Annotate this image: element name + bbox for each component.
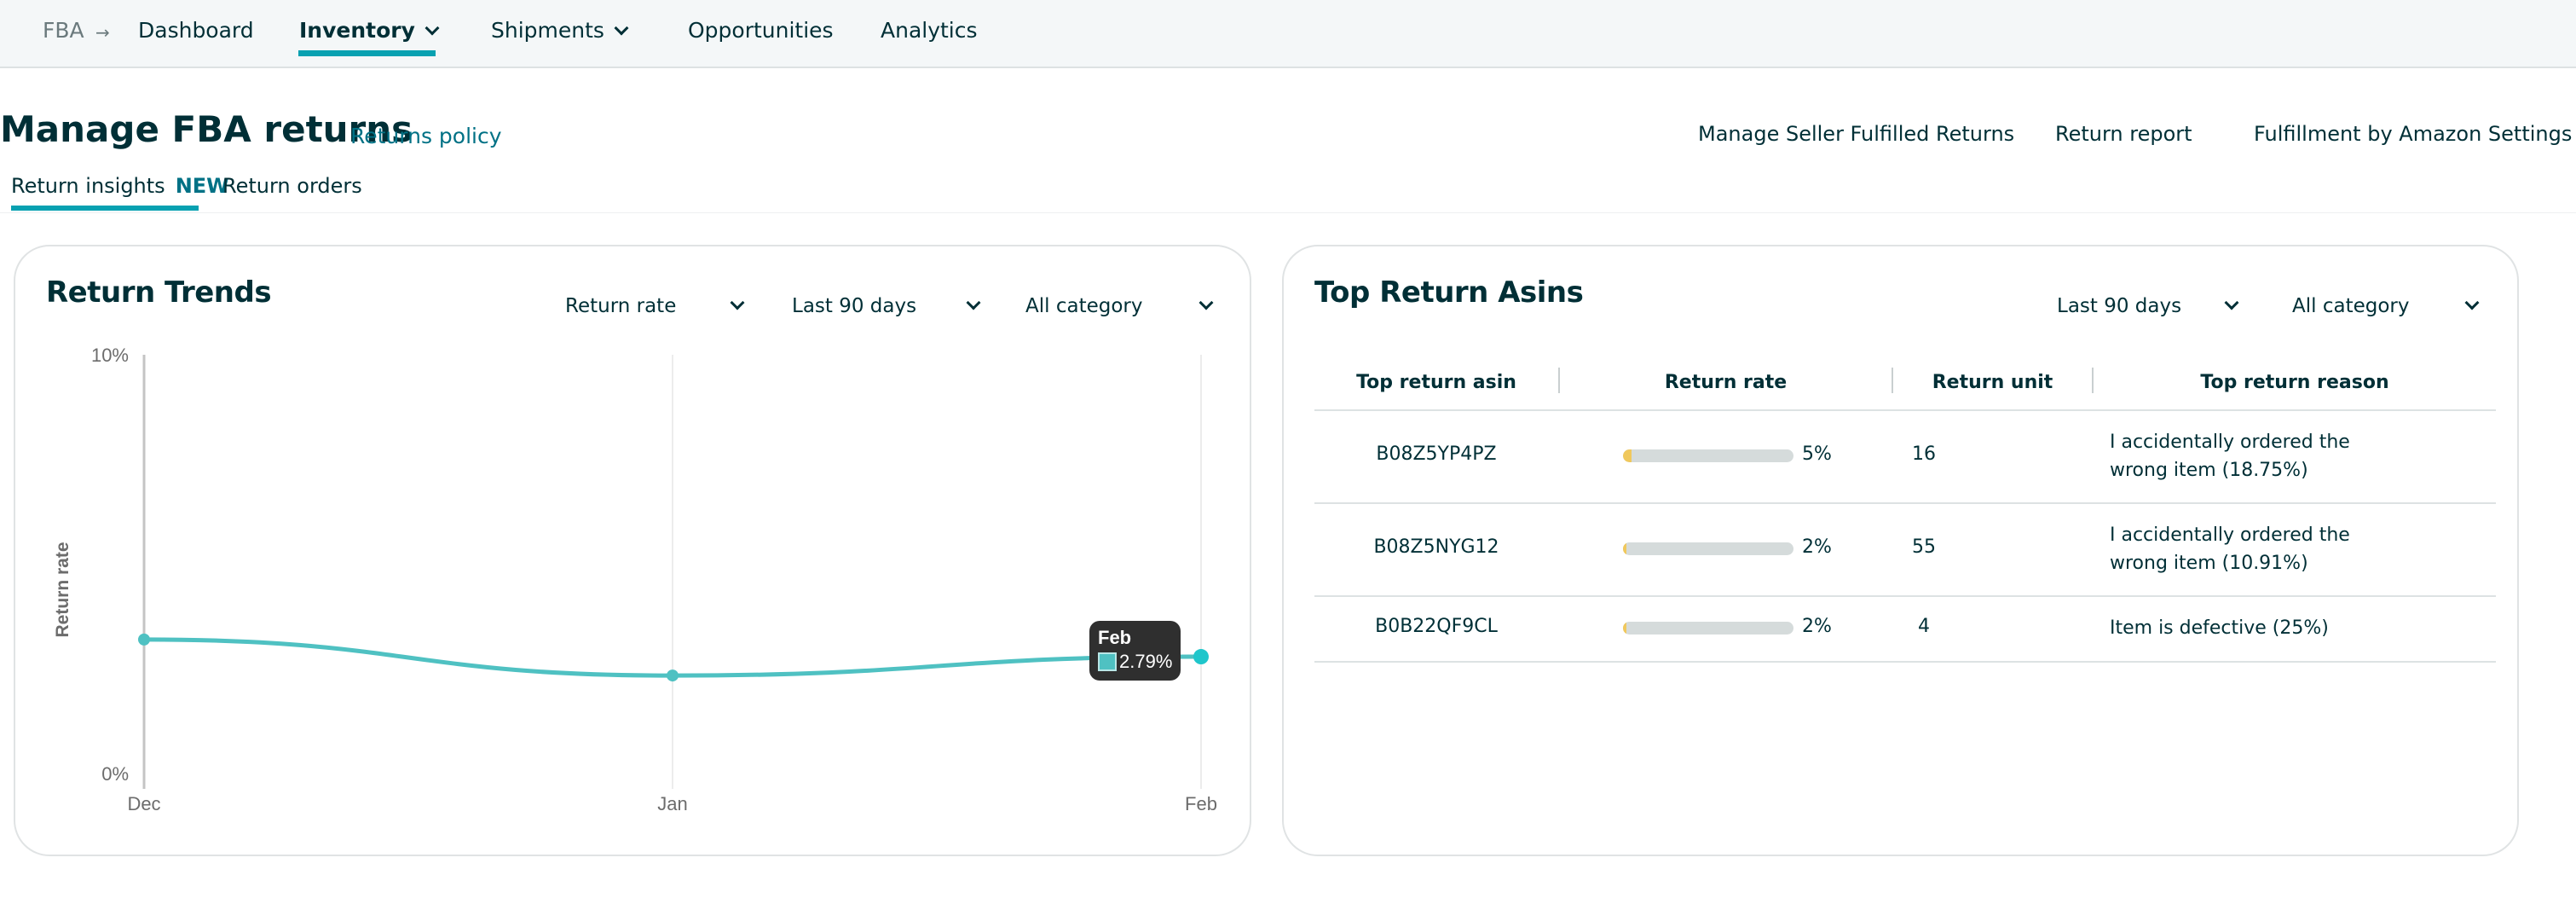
period-dropdown-value: Last 90 days (2057, 295, 2182, 317)
nav-item-dashboard[interactable]: Dashboard (138, 17, 254, 44)
column-header-return-unit[interactable]: Return unit (1893, 356, 2092, 409)
data-point-feb (1193, 649, 1209, 665)
chevron-down-icon (2224, 295, 2239, 310)
period-dropdown[interactable]: Last 90 days (2057, 291, 2244, 322)
table-header: Top return asin Return rate Return unit … (1314, 356, 2496, 411)
arrow-right-icon: → (95, 22, 110, 43)
tab-active-indicator (11, 206, 199, 211)
data-point-dec (138, 633, 150, 646)
return-rate-label: 2% (1802, 536, 1832, 558)
tab-return-insights[interactable]: Return insights NEW (11, 172, 229, 200)
tab-bar: Return insights NEW Return orders (0, 171, 2576, 213)
return-rate-bar (1623, 622, 1793, 635)
nav-item-analytics[interactable]: Analytics (881, 17, 978, 44)
tab-return-orders[interactable]: Return orders (222, 172, 362, 200)
nav-item-inventory[interactable]: Inventory (299, 17, 440, 44)
nav-item-shipments[interactable]: Shipments (491, 17, 629, 44)
return-report-link[interactable]: Return report (2055, 120, 2192, 148)
asin-cell[interactable]: B0B22QF9CL (1314, 616, 1558, 637)
table-row[interactable]: B08Z5YP4PZ 5% 16 I accidentally ordered … (1314, 411, 2496, 504)
fba-settings-link[interactable]: Fulfillment by Amazon Settings (2254, 120, 2572, 148)
return-unit-cell: 16 (1912, 443, 1936, 465)
column-header-return-reason[interactable]: Top return reason (2094, 356, 2496, 409)
chevron-down-icon (2464, 295, 2480, 310)
y-axis-title: Return rate (53, 542, 72, 637)
category-dropdown-value: All category (2292, 295, 2410, 317)
tab-return-insights-label: Return insights (11, 174, 165, 198)
chevron-down-icon (425, 20, 440, 36)
return-rate-bar-fill (1623, 622, 1626, 635)
return-reason-cell: I accidentally ordered the wrong item (1… (2110, 432, 2350, 481)
top-asins-table: Top return asin Return rate Return unit … (1314, 356, 2496, 663)
return-unit-cell: 4 (1918, 616, 1930, 637)
return-unit-cell: 55 (1912, 536, 1936, 558)
table-row[interactable]: B0B22QF9CL 2% 4 Item is defective (25%) (1314, 597, 2496, 663)
return-rate-bar-fill (1623, 542, 1626, 555)
chart-tooltip: Feb 2.79% (1089, 621, 1181, 681)
return-rate-bar-fill (1623, 449, 1632, 462)
return-reason-cell: I accidentally ordered the wrong item (1… (2110, 524, 2350, 574)
returns-policy-link[interactable]: Returns policy (350, 123, 502, 150)
return-rate-bar (1623, 449, 1793, 462)
y-tick-label: 10% (91, 345, 129, 366)
data-point-jan (667, 669, 679, 682)
tooltip-row: 2.79% (1098, 650, 1172, 674)
new-badge: NEW (175, 174, 229, 198)
x-tick-label: Dec (127, 793, 160, 814)
y-tick-label: 0% (101, 763, 129, 785)
return-trends-card: Return Trends Return rate Last 90 days A… (14, 245, 1251, 856)
x-tick-label: Jan (657, 793, 687, 814)
return-rate-label: 5% (1802, 443, 1832, 465)
column-header-return-rate[interactable]: Return rate (1560, 356, 1892, 409)
x-tick-label: Feb (1185, 793, 1217, 814)
category-dropdown[interactable]: All category (2292, 291, 2480, 322)
asin-cell[interactable]: B08Z5YP4PZ (1314, 443, 1558, 465)
return-reason-cell: Item is defective (25%) (2110, 617, 2329, 639)
legend-swatch (1098, 652, 1117, 671)
card-title: Top Return Asins (1314, 275, 1584, 310)
nav-item-shipments-label: Shipments (491, 18, 604, 43)
tooltip-title: Feb (1098, 627, 1132, 648)
nav-item-opportunities[interactable]: Opportunities (688, 17, 834, 44)
asin-cell[interactable]: B08Z5NYG12 (1314, 536, 1558, 558)
nav-active-indicator (298, 50, 436, 56)
return-trends-chart: Dec Jan Feb 0% 10% Return rate (53, 345, 1217, 814)
chevron-down-icon (614, 20, 629, 36)
return-rate-label: 2% (1802, 616, 1832, 637)
top-nav: FBA → Dashboard Inventory Shipments Oppo… (0, 0, 2576, 68)
manage-seller-fulfilled-returns-link[interactable]: Manage Seller Fulfilled Returns (1698, 120, 2014, 148)
table-row[interactable]: B08Z5NYG12 2% 55 I accidentally ordered … (1314, 504, 2496, 597)
tooltip-value: 2.79% (1119, 651, 1173, 672)
top-return-asins-card: Top Return Asins Last 90 days All catego… (1282, 245, 2519, 856)
return-rate-bar (1623, 542, 1793, 555)
breadcrumb-fba[interactable]: FBA (43, 17, 84, 44)
nav-item-inventory-label: Inventory (299, 18, 415, 43)
column-header-asin[interactable]: Top return asin (1314, 356, 1558, 409)
